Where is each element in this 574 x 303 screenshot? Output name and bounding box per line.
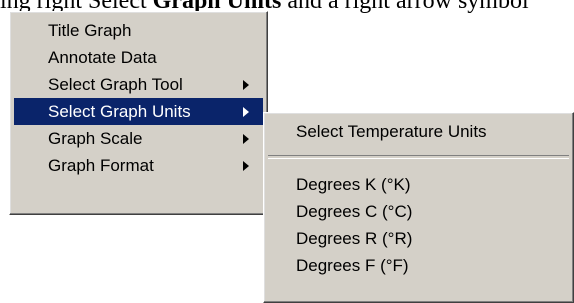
submenu-item-label: Degrees R (°R) xyxy=(296,229,413,248)
menu-item-label: Select Graph Units xyxy=(48,102,191,121)
submenu-item-degrees-c[interactable]: Degrees C (°C) xyxy=(268,198,569,225)
submenu-item-label: Select Temperature Units xyxy=(296,122,487,141)
menu-item-select-graph-tool[interactable]: Select Graph Tool xyxy=(14,71,263,98)
submenu-item-degrees-f[interactable]: Degrees F (°F) xyxy=(268,252,569,279)
submenu-arrow-icon xyxy=(243,80,249,90)
submenu-arrow-icon xyxy=(243,134,249,144)
menu-item-label: Annotate Data xyxy=(48,48,157,67)
submenu-arrow-icon xyxy=(243,161,249,171)
menu-item-title-graph[interactable]: Title Graph xyxy=(14,17,263,44)
menu-item-graph-scale[interactable]: Graph Scale xyxy=(14,125,263,152)
submenu-item-degrees-k[interactable]: Degrees K (°K) xyxy=(268,171,569,198)
menu-item-label: Graph Format xyxy=(48,156,154,175)
document-text-after: and a right arrow symbol xyxy=(281,0,529,14)
menu-item-label: Select Graph Tool xyxy=(48,75,183,94)
context-menu: Title Graph Annotate Data Select Graph T… xyxy=(9,11,268,215)
submenu-item-select-temperature-units[interactable]: Select Temperature Units xyxy=(268,118,569,145)
menu-item-label: Title Graph xyxy=(48,21,132,40)
submenu-item-degrees-r[interactable]: Degrees R (°R) xyxy=(268,225,569,252)
submenu-arrow-icon xyxy=(243,107,249,117)
menu-separator xyxy=(268,155,569,159)
units-submenu: Select Temperature Units Degrees K (°K) … xyxy=(263,112,574,303)
submenu-item-label: Degrees K (°K) xyxy=(296,175,411,194)
menu-item-select-graph-units[interactable]: Select Graph Units xyxy=(14,98,263,125)
menu-item-annotate-data[interactable]: Annotate Data xyxy=(14,44,263,71)
menu-item-label: Graph Scale xyxy=(48,129,143,148)
submenu-item-label: Degrees F (°F) xyxy=(296,256,409,275)
menu-item-graph-format[interactable]: Graph Format xyxy=(14,152,263,179)
submenu-item-label: Degrees C (°C) xyxy=(296,202,413,221)
